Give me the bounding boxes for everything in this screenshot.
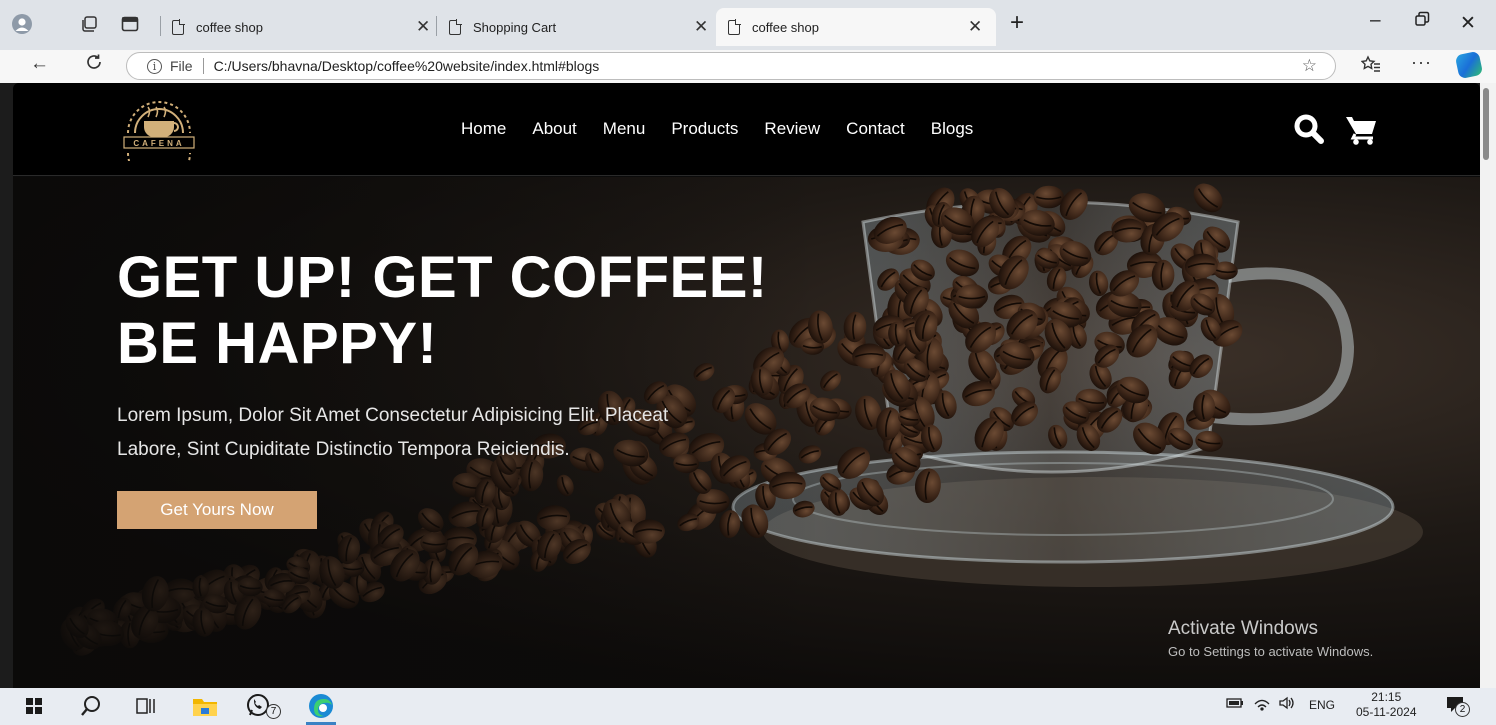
hero-title-line-1: GET UP! GET COFFEE! xyxy=(117,245,768,310)
scrollbar-thumb[interactable] xyxy=(1483,88,1489,160)
close-tab-icon[interactable]: ✕ xyxy=(968,17,982,37)
activate-windows-subtitle: Go to Settings to activate Windows. xyxy=(1168,644,1374,659)
search-icon[interactable] xyxy=(1291,111,1327,147)
browser-tab-strip: coffee shop ✕ Shopping Cart ✕ coffee sho… xyxy=(0,0,1496,50)
website-viewport: CAFENA Home About Menu Products Review C… xyxy=(13,83,1480,688)
nav-contact[interactable]: Contact xyxy=(846,119,905,139)
cart-icon[interactable] xyxy=(1343,111,1379,147)
restore-icon[interactable] xyxy=(1414,11,1430,33)
tab-shopping-cart[interactable]: Shopping Cart ✕ xyxy=(449,8,711,46)
tab-separator xyxy=(436,16,437,36)
scheme-label: File xyxy=(170,58,193,74)
notification-badge: 2 xyxy=(1455,702,1470,717)
clock-time: 21:15 xyxy=(1371,690,1402,704)
windows-taskbar: 7 ENG 21:15 05-11-2024 2 xyxy=(0,688,1496,725)
favorite-star-icon[interactable]: ☆ xyxy=(1302,56,1317,76)
site-header: CAFENA Home About Menu Products Review C… xyxy=(13,83,1480,185)
edge-browser-icon[interactable] xyxy=(308,694,334,718)
taskbar-search-icon[interactable] xyxy=(80,694,102,718)
close-tab-icon[interactable]: ✕ xyxy=(694,17,708,37)
activate-windows-title: Activate Windows xyxy=(1168,618,1318,639)
page-icon xyxy=(449,18,462,35)
tab-coffee-shop-active[interactable]: coffee shop ✕ xyxy=(716,8,996,46)
info-icon[interactable]: i xyxy=(147,58,162,74)
tab-coffee-shop-1[interactable]: coffee shop ✕ xyxy=(172,8,430,46)
nav-menu[interactable]: Menu xyxy=(603,119,646,139)
address-bar[interactable]: i File C:/Users/bhavna/Desktop/coffee%20… xyxy=(126,52,1336,80)
back-icon[interactable]: ← xyxy=(30,53,49,75)
refresh-icon[interactable] xyxy=(84,52,104,78)
tab-separator xyxy=(160,16,161,36)
close-window-icon[interactable]: ✕ xyxy=(1460,12,1476,35)
clock-date: 05-11-2024 xyxy=(1356,705,1417,719)
new-tab-icon[interactable]: + xyxy=(1010,9,1024,37)
more-icon[interactable]: ··· xyxy=(1411,52,1432,73)
nav-products[interactable]: Products xyxy=(671,119,738,139)
hero-title-line-2: BE HAPPY! xyxy=(117,311,438,376)
tab-actions-icon[interactable] xyxy=(120,14,140,34)
main-nav: Home About Menu Products Review Contact … xyxy=(461,119,999,139)
page-icon xyxy=(728,18,741,35)
hero-section: GET UP! GET COFFEE! BE HAPPY! Lorem Ipsu… xyxy=(13,177,1480,688)
wifi-icon[interactable] xyxy=(1254,697,1270,714)
favorites-icon[interactable] xyxy=(1360,55,1381,78)
url-text[interactable]: C:/Users/bhavna/Desktop/coffee%20website… xyxy=(214,58,600,74)
logo-text: CAFENA xyxy=(133,139,185,148)
taskbar-clock[interactable]: 21:15 05-11-2024 xyxy=(1356,690,1417,720)
page-icon xyxy=(172,18,185,35)
file-explorer-icon[interactable] xyxy=(192,694,218,718)
nav-about[interactable]: About xyxy=(532,119,576,139)
cafena-logo[interactable]: CAFENA xyxy=(116,95,202,185)
workspaces-icon[interactable] xyxy=(79,14,99,34)
nav-blogs[interactable]: Blogs xyxy=(931,119,974,139)
minimize-icon[interactable]: – xyxy=(1370,10,1381,32)
get-yours-now-button[interactable]: Get Yours Now xyxy=(117,491,317,529)
page-scrollbar[interactable] xyxy=(1480,83,1496,688)
tab-title: Shopping Cart xyxy=(473,19,557,35)
language-indicator[interactable]: ENG xyxy=(1309,698,1335,712)
notification-center-icon[interactable]: 2 xyxy=(1446,696,1470,719)
profile-icon[interactable] xyxy=(12,14,32,34)
battery-icon[interactable] xyxy=(1226,696,1244,713)
hero-title: GET UP! GET COFFEE! BE HAPPY! xyxy=(117,245,877,377)
nav-review[interactable]: Review xyxy=(764,119,820,139)
close-tab-icon[interactable]: ✕ xyxy=(416,17,430,37)
tab-title: coffee shop xyxy=(196,19,263,35)
address-bar-row: ← i File C:/Users/bhavna/Desktop/coffee%… xyxy=(0,50,1496,83)
hero-description-line-1: Lorem Ipsum, Dolor Sit Amet Consectetur … xyxy=(117,405,669,426)
task-view-icon[interactable] xyxy=(136,694,156,718)
nav-home[interactable]: Home xyxy=(461,119,506,139)
windows-start-icon[interactable] xyxy=(26,694,42,718)
volume-icon[interactable] xyxy=(1278,696,1296,713)
tab-title: coffee shop xyxy=(752,19,819,35)
whatsapp-badge: 7 xyxy=(266,704,281,719)
hero-description-line-2: Labore, Sint Cupiditate Distinctio Tempo… xyxy=(117,439,570,460)
address-separator xyxy=(202,58,204,74)
hero-description: Lorem Ipsum, Dolor Sit Amet Consectetur … xyxy=(117,399,797,467)
activate-windows-watermark: Activate Windows Go to Settings to activ… xyxy=(1168,618,1373,659)
whatsapp-icon[interactable]: 7 xyxy=(246,694,281,719)
